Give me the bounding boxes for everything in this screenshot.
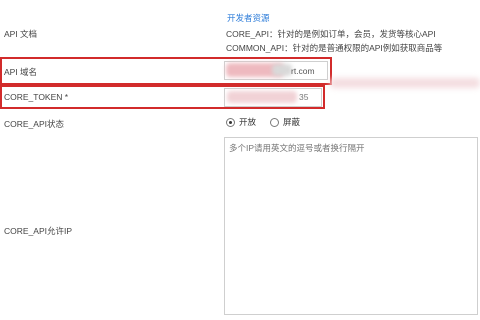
- redaction-smear: [330, 78, 480, 88]
- radio-unchecked-icon: [270, 117, 280, 127]
- redaction-mask: [227, 91, 297, 103]
- common-api-description: COMMON_API：针对的是普通权限的API例如获取商品等: [226, 43, 443, 53]
- status-open-label: 开放: [239, 117, 257, 127]
- developer-resources-link[interactable]: 开发者资源: [227, 12, 270, 24]
- settings-form: API 文档 开发者资源 CORE_API：针对的是例如订单，会员，发货等核心A…: [0, 0, 480, 320]
- status-block-radio[interactable]: 屏蔽: [270, 116, 300, 128]
- api-domain-label: API 域名: [4, 67, 38, 77]
- radio-checked-icon: [226, 117, 235, 127]
- core-token-label: CORE_TOKEN *: [4, 92, 69, 102]
- core-api-description: CORE_API：针对的是例如订单，会员，发货等核心API: [226, 29, 436, 39]
- core-api-status-label: CORE_API状态: [4, 119, 64, 129]
- redaction-mask: [272, 64, 292, 76]
- status-open-radio[interactable]: 开放: [226, 116, 256, 128]
- core-api-status-radio-group: 开放 屏蔽: [226, 116, 314, 128]
- core-token-visible-text: 35: [299, 92, 309, 102]
- api-domain-visible-text: rt.com: [291, 66, 315, 76]
- allowed-ip-textarea[interactable]: [224, 137, 478, 315]
- api-doc-label: API 文档: [4, 29, 38, 39]
- allowed-ip-label: CORE_API允许IP: [4, 226, 73, 236]
- status-block-label: 屏蔽: [283, 117, 301, 127]
